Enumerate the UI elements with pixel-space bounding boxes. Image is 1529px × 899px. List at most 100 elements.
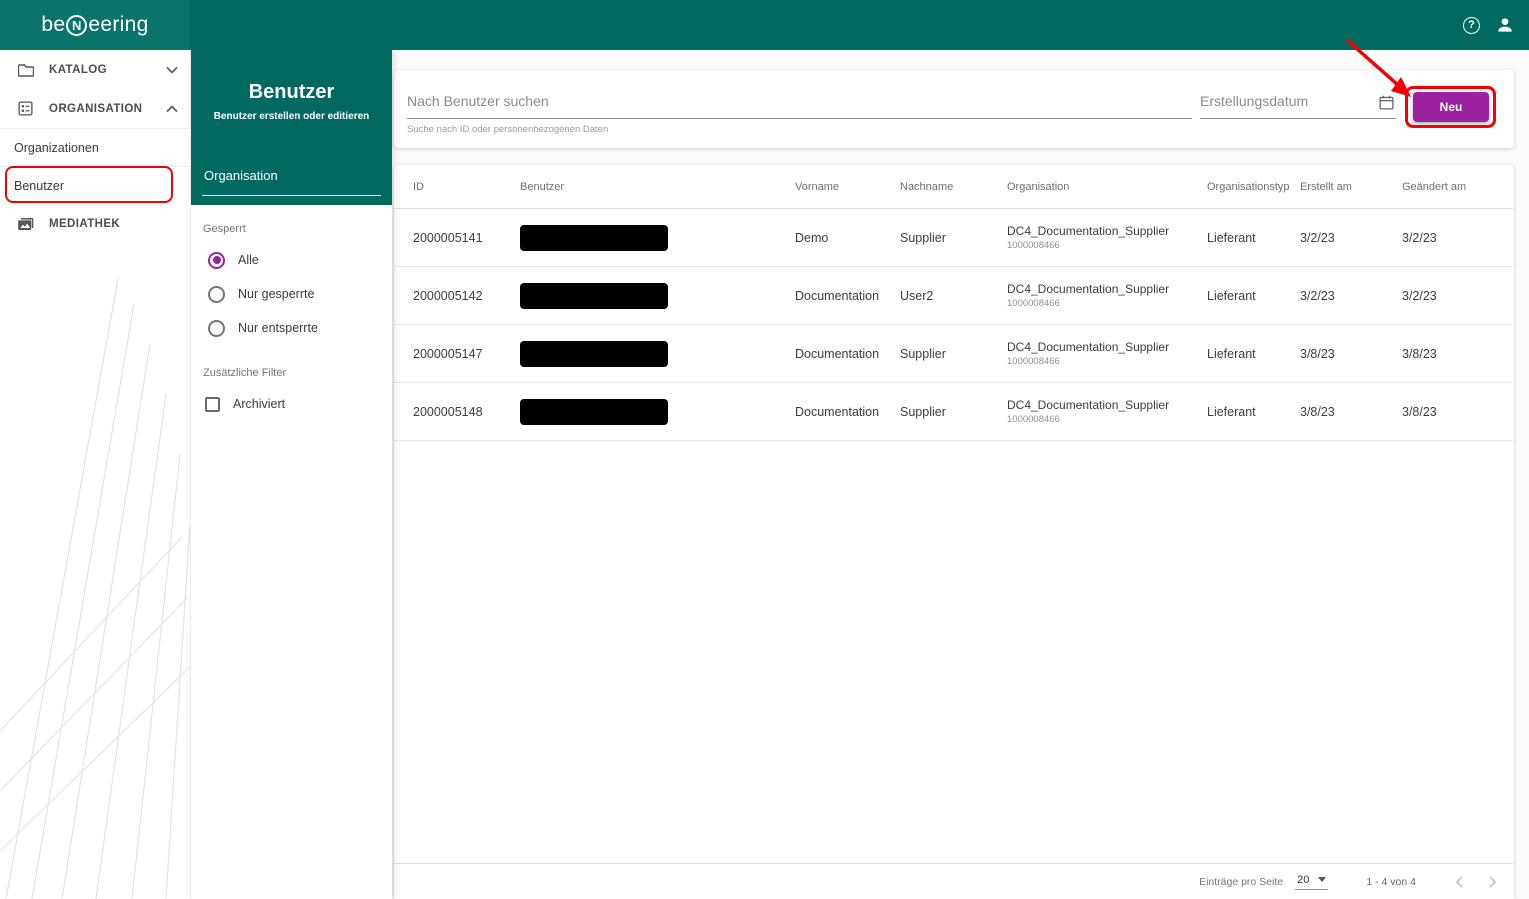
column-header-id: ID bbox=[413, 181, 520, 193]
filter-panel-body: Gesperrt Alle Nur gesperrte Nur entsperr… bbox=[191, 205, 392, 421]
sidebar-item-label: KATALOG bbox=[49, 64, 166, 76]
redacted-benutzer bbox=[520, 399, 668, 425]
radio-icon bbox=[208, 252, 225, 269]
paginator: Einträge pro Seite 20 1 - 4 von 4 bbox=[394, 863, 1514, 899]
users-table-card: ID Benutzer Vorname Nachname Organisatio… bbox=[394, 165, 1514, 899]
column-header-benutzer: Benutzer bbox=[520, 181, 795, 193]
organisation-name: DC4_Documentation_Supplier bbox=[1007, 398, 1207, 412]
cell-nachname: Supplier bbox=[900, 405, 1007, 419]
organisation-name: DC4_Documentation_Supplier bbox=[1007, 282, 1207, 296]
radio-label: Alle bbox=[238, 253, 259, 267]
sidebar-item-organisation[interactable]: ORGANISATION bbox=[0, 89, 190, 128]
date-input[interactable] bbox=[1200, 86, 1396, 119]
cell-organisationstyp: Lieferant bbox=[1207, 405, 1300, 419]
account-icon[interactable] bbox=[1495, 15, 1515, 35]
radio-label: Nur entsperrte bbox=[238, 321, 318, 335]
cell-erstellt-am: 3/8/23 bbox=[1300, 347, 1402, 361]
cell-erstellt-am: 3/2/23 bbox=[1300, 289, 1402, 303]
cell-organisation: DC4_Documentation_Supplier 1000008466 bbox=[1007, 398, 1207, 425]
radio-icon bbox=[208, 320, 225, 337]
cell-geaendert-am: 3/2/23 bbox=[1402, 289, 1514, 303]
topbar: beNeering ? bbox=[0, 0, 1529, 50]
cell-erstellt-am: 3/2/23 bbox=[1300, 231, 1402, 245]
table-row[interactable]: 2000005141 Demo Supplier DC4_Documentati… bbox=[394, 209, 1514, 267]
cell-benutzer bbox=[520, 341, 795, 367]
logo: beNeering bbox=[0, 0, 190, 50]
radio-nur-entsperrte[interactable]: Nur entsperrte bbox=[203, 311, 392, 345]
organisation-name: DC4_Documentation_Supplier bbox=[1007, 224, 1207, 238]
page-title: Benutzer bbox=[191, 50, 392, 104]
cell-organisation: DC4_Documentation_Supplier 1000008466 bbox=[1007, 340, 1207, 367]
table-row[interactable]: 2000005148 Documentation Supplier DC4_Do… bbox=[394, 383, 1514, 441]
organisation-list-icon bbox=[18, 101, 36, 116]
new-user-button[interactable]: Neu bbox=[1413, 92, 1489, 122]
logo-text: beNeering bbox=[41, 13, 148, 37]
checkbox-icon bbox=[205, 397, 220, 412]
page-subtitle: Benutzer erstellen oder editieren bbox=[191, 111, 392, 122]
organisation-section-label: Organisation bbox=[202, 168, 381, 196]
cell-geaendert-am: 3/8/23 bbox=[1402, 405, 1514, 419]
sidebar-item-mediathek[interactable]: MEDIATHEK bbox=[0, 204, 190, 243]
sidebar: KATALOG ORGANISATION Organizationen Benu… bbox=[0, 50, 190, 899]
cell-nachname: User2 bbox=[900, 289, 1007, 303]
radio-nur-gesperrte[interactable]: Nur gesperrte bbox=[203, 277, 392, 311]
cell-nachname: Supplier bbox=[900, 347, 1007, 361]
table-row[interactable]: 2000005142 Documentation User2 DC4_Docum… bbox=[394, 267, 1514, 325]
cell-geaendert-am: 3/2/23 bbox=[1402, 231, 1514, 245]
redacted-benutzer bbox=[520, 225, 668, 251]
cell-organisationstyp: Lieferant bbox=[1207, 289, 1300, 303]
search-input[interactable] bbox=[407, 86, 1192, 119]
cell-vorname: Demo bbox=[795, 231, 900, 245]
cell-id: 2000005142 bbox=[413, 289, 520, 303]
cell-benutzer bbox=[520, 283, 795, 309]
search-card: Suche nach ID oder personenbezogenen Dat… bbox=[394, 70, 1514, 148]
table-row[interactable]: 2000005147 Documentation Supplier DC4_Do… bbox=[394, 325, 1514, 383]
cell-geaendert-am: 3/8/23 bbox=[1402, 347, 1514, 361]
radio-icon bbox=[208, 286, 225, 303]
cell-organisationstyp: Lieferant bbox=[1207, 347, 1300, 361]
sidebar-item-organizationen[interactable]: Organizationen bbox=[0, 128, 190, 166]
organisation-id: 1000008466 bbox=[1007, 356, 1207, 367]
previous-page-button[interactable] bbox=[1452, 874, 1468, 890]
radio-alle[interactable]: Alle bbox=[203, 243, 392, 277]
organisation-id: 1000008466 bbox=[1007, 414, 1207, 425]
cell-erstellt-am: 3/8/23 bbox=[1300, 405, 1402, 419]
search-field: Suche nach ID oder personenbezogenen Dat… bbox=[407, 86, 1192, 135]
cell-benutzer bbox=[520, 399, 795, 425]
folder-icon bbox=[18, 63, 36, 77]
help-icon[interactable]: ? bbox=[1463, 17, 1480, 34]
column-header-nachname: Nachname bbox=[900, 181, 1007, 193]
column-header-organisationstyp: Organisationstyp bbox=[1207, 181, 1300, 193]
sidebar-item-benutzer[interactable]: Benutzer bbox=[0, 166, 190, 204]
logo-n-circle-icon: N bbox=[66, 15, 87, 36]
main-content: Suche nach ID oder personenbezogenen Dat… bbox=[392, 50, 1529, 899]
next-page-button[interactable] bbox=[1484, 874, 1500, 890]
cell-id: 2000005141 bbox=[413, 231, 520, 245]
table-header-row: ID Benutzer Vorname Nachname Organisatio… bbox=[394, 165, 1514, 209]
cell-vorname: Documentation bbox=[795, 289, 900, 303]
per-page-value: 20 bbox=[1297, 874, 1309, 886]
date-field bbox=[1200, 86, 1396, 119]
range-label: 1 - 4 von 4 bbox=[1366, 876, 1416, 888]
checkbox-label: Archiviert bbox=[233, 397, 285, 411]
cell-organisation: DC4_Documentation_Supplier 1000008466 bbox=[1007, 282, 1207, 309]
per-page-label: Einträge pro Seite bbox=[1199, 876, 1283, 888]
table-body: 2000005141 Demo Supplier DC4_Documentati… bbox=[394, 209, 1514, 863]
organisation-name: DC4_Documentation_Supplier bbox=[1007, 340, 1207, 354]
cell-benutzer bbox=[520, 225, 795, 251]
archiviert-checkbox[interactable]: Archiviert bbox=[203, 387, 392, 421]
cell-vorname: Documentation bbox=[795, 405, 900, 419]
organisation-id: 1000008466 bbox=[1007, 240, 1207, 251]
chevron-up-icon bbox=[166, 105, 178, 113]
sub-item-label: Organizationen bbox=[14, 141, 99, 155]
media-icon bbox=[18, 217, 36, 231]
redacted-benutzer bbox=[520, 341, 668, 367]
cell-organisationstyp: Lieferant bbox=[1207, 231, 1300, 245]
cell-id: 2000005148 bbox=[413, 405, 520, 419]
calendar-icon[interactable] bbox=[1379, 95, 1394, 110]
sub-item-label: Benutzer bbox=[14, 179, 64, 193]
cell-nachname: Supplier bbox=[900, 231, 1007, 245]
per-page-select[interactable]: 20 bbox=[1295, 874, 1328, 890]
sidebar-item-label: ORGANISATION bbox=[49, 103, 166, 115]
sidebar-item-katalog[interactable]: KATALOG bbox=[0, 50, 190, 89]
